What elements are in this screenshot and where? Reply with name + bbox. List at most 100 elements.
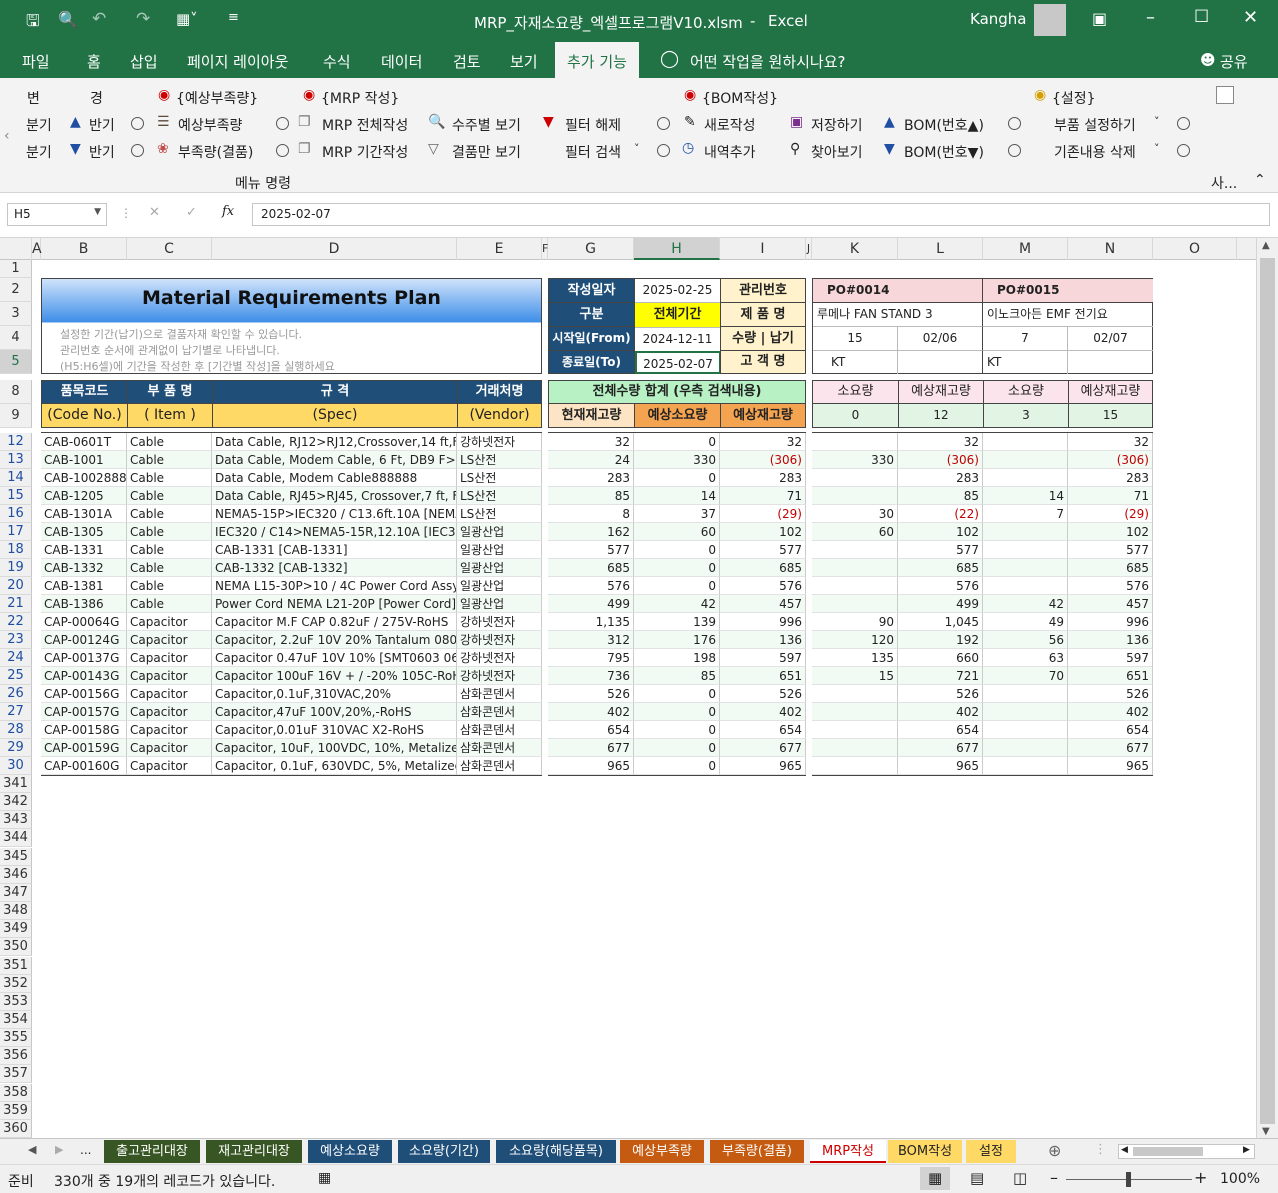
column-header[interactable]: M bbox=[983, 238, 1068, 260]
cell-code[interactable]: CAB-1332 bbox=[41, 559, 127, 577]
cell-code[interactable]: CAP-00143G bbox=[41, 667, 127, 685]
cell-po1-required[interactable] bbox=[812, 757, 898, 775]
cell-po2-expected[interactable]: 283 bbox=[1068, 469, 1153, 487]
column-header[interactable]: D bbox=[212, 238, 457, 260]
column-header[interactable]: G bbox=[548, 238, 634, 260]
row-header[interactable]: 1 bbox=[0, 260, 32, 278]
more-sheets[interactable]: ... bbox=[80, 1143, 91, 1157]
cell-code[interactable]: CAB-1001 bbox=[41, 451, 127, 469]
page-layout-icon[interactable]: ▤ bbox=[970, 1169, 984, 1187]
cell-code[interactable]: CAB-1386 bbox=[41, 595, 127, 613]
filter-search-button[interactable]: 필터 검색 bbox=[565, 142, 621, 162]
cell-item[interactable]: Capacitor bbox=[127, 667, 212, 685]
table-icon[interactable] bbox=[1216, 86, 1234, 104]
column-header[interactable]: A bbox=[32, 238, 42, 260]
cell-expected[interactable]: 654 bbox=[720, 721, 806, 739]
cell-po2-expected[interactable]: 651 bbox=[1068, 667, 1153, 685]
cell-required[interactable]: 0 bbox=[634, 577, 720, 595]
cell-po1-expected[interactable]: 526 bbox=[898, 685, 983, 703]
cell-po1-required[interactable]: 120 bbox=[812, 631, 898, 649]
cell-po2-expected[interactable]: (29) bbox=[1068, 505, 1153, 523]
cell-po1-required[interactable] bbox=[812, 721, 898, 739]
next-sheet-icon[interactable]: ▶ bbox=[55, 1143, 63, 1156]
quarter-button-2[interactable]: 분기 bbox=[26, 142, 52, 162]
by-order-button[interactable]: 수주별 보기 bbox=[452, 115, 521, 135]
expected-shortage-button[interactable]: 예상부족량 bbox=[178, 115, 242, 135]
row-header[interactable]: 18 bbox=[0, 541, 32, 559]
new-button[interactable]: 새로작성 bbox=[704, 115, 756, 135]
row-header[interactable]: 14 bbox=[0, 469, 32, 487]
cell-po2-required[interactable]: 63 bbox=[983, 649, 1068, 667]
cell-spec[interactable]: Capacitor, 0.1uF, 630VDC, 5%, Metalized bbox=[212, 757, 457, 775]
avatar[interactable] bbox=[1034, 4, 1066, 36]
cell-item[interactable]: Capacitor bbox=[127, 721, 212, 739]
cell-po1-expected[interactable]: 654 bbox=[898, 721, 983, 739]
row-header[interactable]: 349 bbox=[0, 920, 32, 939]
tab-review[interactable]: 검토 bbox=[453, 51, 481, 72]
cell-code[interactable]: CAP-00124G bbox=[41, 631, 127, 649]
cell-required[interactable]: 330 bbox=[634, 451, 720, 469]
cell-code[interactable]: CAP-00158G bbox=[41, 721, 127, 739]
cell-spec[interactable]: Capacitor M.F CAP 0.82uF / 275V-RoHS bbox=[212, 613, 457, 631]
scroll-down-icon[interactable]: ▼ bbox=[1262, 1126, 1270, 1137]
cell-vendor[interactable]: 강하넷전자 bbox=[457, 613, 542, 631]
cell-spec[interactable]: CAB-1331 [CAB-1331] bbox=[212, 541, 457, 559]
column-header[interactable]: B bbox=[41, 238, 127, 260]
row-header[interactable]: 356 bbox=[0, 1047, 32, 1066]
cell-code[interactable]: CAP-00160G bbox=[41, 757, 127, 775]
cell-po2-expected[interactable]: 32 bbox=[1068, 433, 1153, 451]
sheet-tab[interactable]: 예상부족량 bbox=[620, 1140, 704, 1163]
cell-spec[interactable]: NEMA5-15P>IEC320 / C13.6ft.10A [NEMA5] bbox=[212, 505, 457, 523]
cell-expected[interactable]: 457 bbox=[720, 595, 806, 613]
cell-required[interactable]: 85 bbox=[634, 667, 720, 685]
shortage-button[interactable]: 부족량(결품) bbox=[178, 142, 253, 162]
row-header[interactable]: 344 bbox=[0, 829, 32, 848]
cell-po2-expected[interactable]: 71 bbox=[1068, 487, 1153, 505]
cell-item[interactable]: Cable bbox=[127, 541, 212, 559]
cell-expected[interactable]: 71 bbox=[720, 487, 806, 505]
ribbon-overflow-label[interactable]: 사... bbox=[1211, 173, 1237, 193]
cell-po2-expected[interactable]: 402 bbox=[1068, 703, 1153, 721]
share-button[interactable]: 공유 bbox=[1220, 51, 1248, 72]
zoom-out-icon[interactable]: – bbox=[1050, 1168, 1058, 1187]
cell-po1-expected[interactable]: 499 bbox=[898, 595, 983, 613]
mrp-period-button[interactable]: MRP 기간작성 bbox=[322, 142, 408, 162]
cell-expected[interactable]: 102 bbox=[720, 523, 806, 541]
row-header[interactable]: 5 bbox=[0, 350, 32, 374]
cell-expected[interactable]: 651 bbox=[720, 667, 806, 685]
row-header[interactable]: 30 bbox=[0, 757, 32, 775]
enter-icon[interactable]: ✓ bbox=[186, 205, 197, 220]
row-header[interactable]: 2 bbox=[0, 278, 32, 302]
cell-po1-expected[interactable]: 965 bbox=[898, 757, 983, 775]
add-history-button[interactable]: 내역추가 bbox=[704, 142, 756, 162]
row-header[interactable]: 352 bbox=[0, 974, 32, 993]
cell-stock[interactable]: 8 bbox=[548, 505, 634, 523]
cell-po2-required[interactable] bbox=[983, 559, 1068, 577]
row-header[interactable]: 345 bbox=[0, 847, 32, 866]
sheet-tab[interactable]: 소요량(기간) bbox=[398, 1140, 490, 1163]
cell-stock[interactable]: 677 bbox=[548, 739, 634, 757]
row-header[interactable]: 29 bbox=[0, 739, 32, 757]
cell-code[interactable]: CAB-0601T bbox=[41, 433, 127, 451]
scrollbar-thumb[interactable] bbox=[1133, 1147, 1203, 1156]
row-header[interactable]: 16 bbox=[0, 505, 32, 523]
cell-vendor[interactable]: 삼화콘덴서 bbox=[457, 757, 542, 775]
cell-vendor[interactable]: 삼화콘덴서 bbox=[457, 703, 542, 721]
scroll-right-icon[interactable]: ▶ bbox=[1243, 1145, 1250, 1155]
cell-expected[interactable]: 677 bbox=[720, 739, 806, 757]
cell-po1-required[interactable]: 15 bbox=[812, 667, 898, 685]
cell-po1-required[interactable]: 30 bbox=[812, 505, 898, 523]
cell-po2-expected[interactable]: 677 bbox=[1068, 739, 1153, 757]
cell-required[interactable]: 0 bbox=[634, 433, 720, 451]
horizontal-scrollbar[interactable]: ◀ ▶ bbox=[1118, 1144, 1255, 1159]
cell-po2-expected[interactable]: 576 bbox=[1068, 577, 1153, 595]
cell-required[interactable]: 0 bbox=[634, 739, 720, 757]
cell-required[interactable]: 0 bbox=[634, 703, 720, 721]
cell-required[interactable]: 0 bbox=[634, 757, 720, 775]
row-header[interactable]: 24 bbox=[0, 649, 32, 667]
cell-expected[interactable]: 402 bbox=[720, 703, 806, 721]
cell-item[interactable]: Cable bbox=[127, 559, 212, 577]
row-header[interactable]: 355 bbox=[0, 1029, 32, 1048]
column-header[interactable]: O bbox=[1153, 238, 1237, 260]
cell-spec[interactable]: Capacitor,0.01uF 310VAC X2-RoHS bbox=[212, 721, 457, 739]
